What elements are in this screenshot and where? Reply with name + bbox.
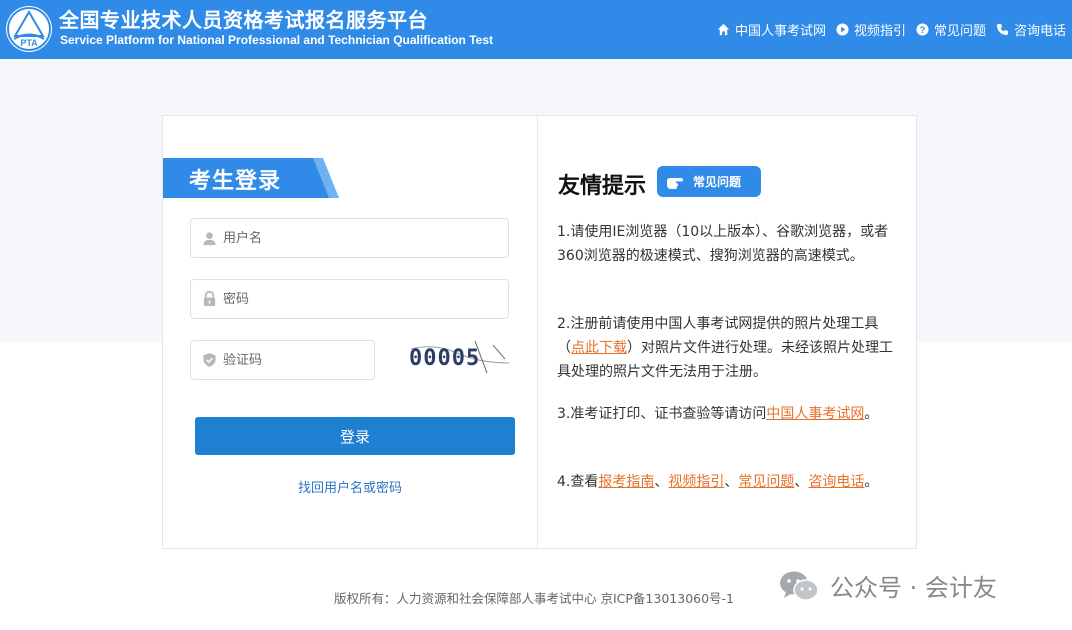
login-title: 考生登录 [189,169,282,194]
watermark-text: 公众号 · 会计友 [830,574,997,602]
tip-4: 4.查看报考指南、视频指引、常见问题、咨询电话。 [557,470,901,494]
site-subtitle: Service Platform for National Profession… [60,33,493,47]
nav-hotline-label: 咨询电话 [1013,24,1066,39]
tip-2: 2.注册前请使用中国人事考试网提供的照片处理工具（点此下载）对照片文件进行处理。… [557,312,901,384]
captcha-input[interactable] [223,352,370,368]
play-icon [836,23,850,37]
nav-faq-label: 常见问题 [933,24,986,39]
tip-4-text-before: 4.查看 [557,474,599,490]
tip-4-text-after: 。 [864,474,879,490]
photo-tool-download-link[interactable]: 点此下载 [571,340,627,356]
captcha-image[interactable]: 00005 [405,339,511,375]
faq-badge-button[interactable]: 常见问题 [657,166,761,197]
pointing-hand-icon [665,173,689,191]
tip-1: 1.请使用IE浏览器（10以上版本）、谷歌浏览器，或者360浏览器的极速模式、搜… [557,220,901,268]
nav-faq-link[interactable]: ? 常见问题 [916,20,986,39]
tip-3-text-after: 。 [864,406,879,422]
login-card: 考生登录 00005 登录 找回用户名或密码 友情提示 常见问 [162,115,917,549]
svg-text:?: ? [920,25,926,35]
card-divider [537,116,538,548]
wechat-watermark: 公众号 · 会计友 [778,568,997,603]
top-nav: 中国人事考试网 视频指引 ? 常见问题 咨询电话 [707,20,1066,39]
recover-account-link[interactable]: 找回用户名或密码 [163,477,537,496]
faq-badge-label: 常见问题 [693,175,742,189]
phone-icon [996,23,1010,37]
tip-4-sep-3: 、 [794,474,809,490]
nav-cpta-label: 中国人事考试网 [734,24,826,39]
cpta-site-link[interactable]: 中国人事考试网 [766,406,864,422]
home-icon [717,23,731,37]
login-ribbon: 考生登录 [163,158,339,198]
login-button[interactable]: 登录 [195,417,515,455]
tip-3-text-before: 3.准考证打印、证书查验等请访问 [557,406,767,422]
tips-title: 友情提示 [558,174,647,199]
lock-icon [201,291,217,307]
password-input[interactable] [223,291,477,307]
pta-logo[interactable]: PTA [6,6,52,52]
user-icon [201,230,217,246]
hotline-link[interactable]: 咨询电话 [808,474,864,490]
tip-1-text: 1.请使用IE浏览器（10以上版本）、谷歌浏览器，或者360浏览器的极速模式、搜… [557,224,889,264]
site-title: 全国专业技术人员资格考试报名服务平台 [59,8,428,32]
svg-text:00005: 00005 [409,346,480,371]
username-field[interactable] [190,218,509,258]
password-field[interactable] [190,279,509,319]
tip-4-sep-1: 、 [654,474,669,490]
shield-icon [201,352,217,368]
question-icon: ? [916,23,930,37]
nav-video-guide-link[interactable]: 视频指引 [836,20,906,39]
tip-4-sep-2: 、 [724,474,739,490]
faq-link[interactable]: 常见问题 [738,474,794,490]
video-guide-link[interactable]: 视频指引 [668,474,724,490]
wechat-icon [778,569,820,603]
captcha-field[interactable] [190,340,375,380]
top-header: PTA 全国专业技术人员资格考试报名服务平台 Service Platform … [0,0,1072,59]
nav-cpta-link[interactable]: 中国人事考试网 [717,20,826,39]
tip-3: 3.准考证打印、证书查验等请访问中国人事考试网。 [557,402,901,426]
username-input[interactable] [223,230,477,246]
exam-guide-link[interactable]: 报考指南 [598,474,654,490]
nav-hotline-link[interactable]: 咨询电话 [996,20,1066,39]
footer-copyright: 版权所有：人力资源和社会保障部人事考试中心 京ICP备13013060号-1 [334,591,735,606]
svg-text:PTA: PTA [20,38,38,48]
nav-video-guide-label: 视频指引 [853,24,906,39]
